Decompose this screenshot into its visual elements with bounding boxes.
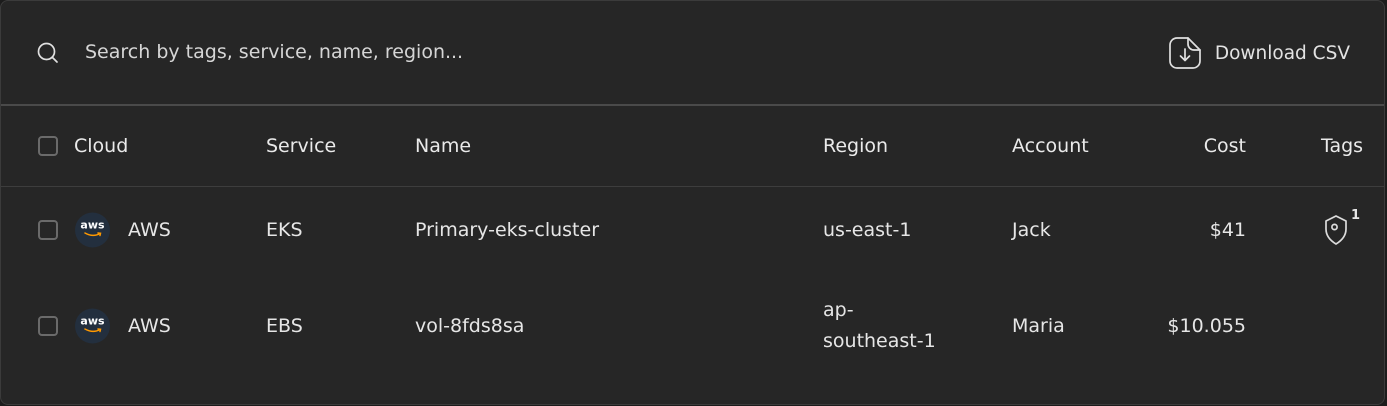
name-cell: Primary-eks-cluster [415, 218, 600, 241]
aws-logo-text: aws [80, 314, 105, 328]
service-cell: EBS [266, 315, 303, 337]
cost-cell: $41 [1209, 218, 1246, 241]
column-header-cloud[interactable]: Cloud [74, 135, 128, 157]
tag-count-badge: 1 [1351, 207, 1361, 223]
account-cell: Jack [1012, 218, 1051, 241]
aws-logo-text: aws [80, 218, 105, 231]
column-header-account[interactable]: Account [1012, 135, 1089, 157]
toolbar: Download CSV [1, 1, 1384, 106]
table-header: Cloud Service Name Region Account Cost T… [1, 106, 1384, 187]
file-download-icon [1168, 37, 1201, 69]
region-cell: us-east-1 [823, 218, 912, 241]
aws-logo-icon: aws [75, 212, 110, 247]
account-cell: Maria [1012, 315, 1065, 337]
name-cell: vol-8fds8sa [415, 315, 525, 337]
region-cell: ap-southeast-1 [823, 299, 936, 352]
column-header-tags[interactable]: Tags [1321, 135, 1363, 157]
row-checkbox[interactable] [38, 219, 58, 240]
column-header-name[interactable]: Name [415, 135, 471, 157]
column-header-service[interactable]: Service [266, 135, 336, 157]
aws-logo-icon: aws [75, 308, 110, 344]
service-cell: EKS [266, 218, 303, 241]
select-all-checkbox[interactable] [38, 136, 58, 156]
table-row[interactable]: aws AWS EBS vol-8fds8sa ap-southeast-1 M… [1, 273, 1384, 379]
cost-cell: $10.055 [1167, 315, 1246, 337]
cloud-cell: AWS [128, 315, 171, 337]
column-header-region[interactable]: Region [823, 135, 888, 157]
row-checkbox[interactable] [38, 316, 58, 336]
search-input[interactable] [85, 37, 785, 67]
column-header-cost[interactable]: Cost [1204, 135, 1246, 157]
download-csv-label: Download CSV [1214, 42, 1350, 64]
resources-panel: Download CSV Cloud Service Name Region A… [0, 0, 1385, 405]
search-icon [37, 42, 58, 63]
cloud-cell: AWS [128, 218, 171, 241]
tags-button[interactable]: 1 [1321, 208, 1365, 248]
table-row[interactable]: aws AWS EKS Primary-eks-cluster us-east-… [1, 186, 1384, 273]
download-csv-button[interactable]: Download CSV [1167, 35, 1350, 71]
